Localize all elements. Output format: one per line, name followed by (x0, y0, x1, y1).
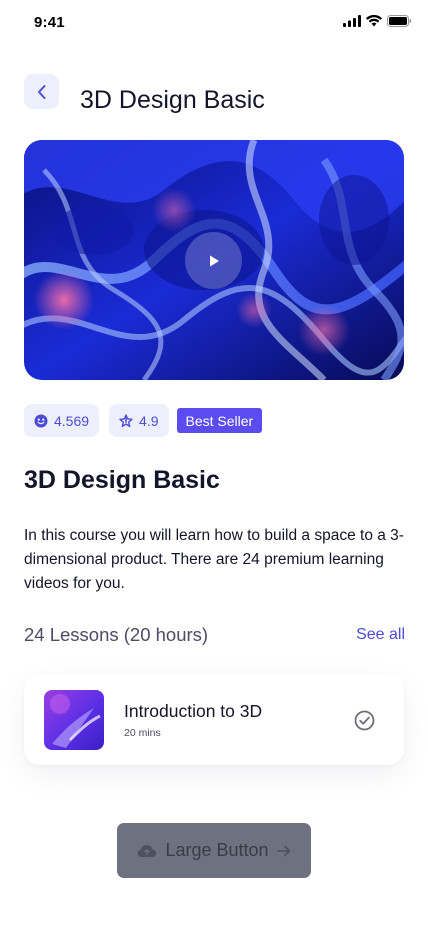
rating-badge: 4.9 (109, 404, 169, 437)
course-video[interactable] (24, 140, 404, 380)
status-bar: 9:41 (0, 0, 428, 44)
wifi-icon (366, 15, 382, 27)
course-badges: 4.569 4.9 Best Seller (24, 404, 263, 437)
play-icon (209, 255, 219, 266)
lesson-thumbnail-image (44, 690, 104, 750)
rating-value: 4.9 (139, 412, 159, 429)
page-title: 3D Design Basic (80, 86, 265, 114)
lesson-duration: 20 mins (124, 727, 161, 739)
play-button[interactable] (185, 232, 242, 289)
lesson-item[interactable]: Introduction to 3D 20 mins (24, 674, 404, 765)
course-description: In this course you will learn how to bui… (24, 527, 404, 592)
lesson-thumbnail (44, 690, 104, 750)
best-seller-badge: Best Seller (176, 408, 263, 433)
students-count: 4.569 (54, 412, 90, 429)
course-title: 3D Design Basic (24, 466, 220, 494)
check-circle-icon (354, 710, 375, 731)
battery-icon (387, 15, 412, 27)
status-time: 9:41 (34, 14, 65, 31)
chevron-left-icon (37, 84, 45, 99)
lessons-heading: 24 Lessons (20 hours) (24, 624, 209, 645)
status-icons (343, 15, 412, 27)
large-button[interactable]: Large Button (117, 823, 311, 878)
lesson-title: Introduction to 3D (124, 701, 263, 721)
cloud-icon (138, 844, 157, 857)
arrow-right-icon (276, 845, 290, 856)
large-button-label: Large Button (165, 840, 269, 860)
students-badge: 4.569 (24, 404, 100, 437)
back-button[interactable] (24, 74, 59, 109)
smile-icon (34, 414, 48, 427)
see-all-link[interactable]: See all (356, 626, 405, 644)
star-icon (119, 413, 133, 427)
signal-icon (343, 15, 361, 27)
